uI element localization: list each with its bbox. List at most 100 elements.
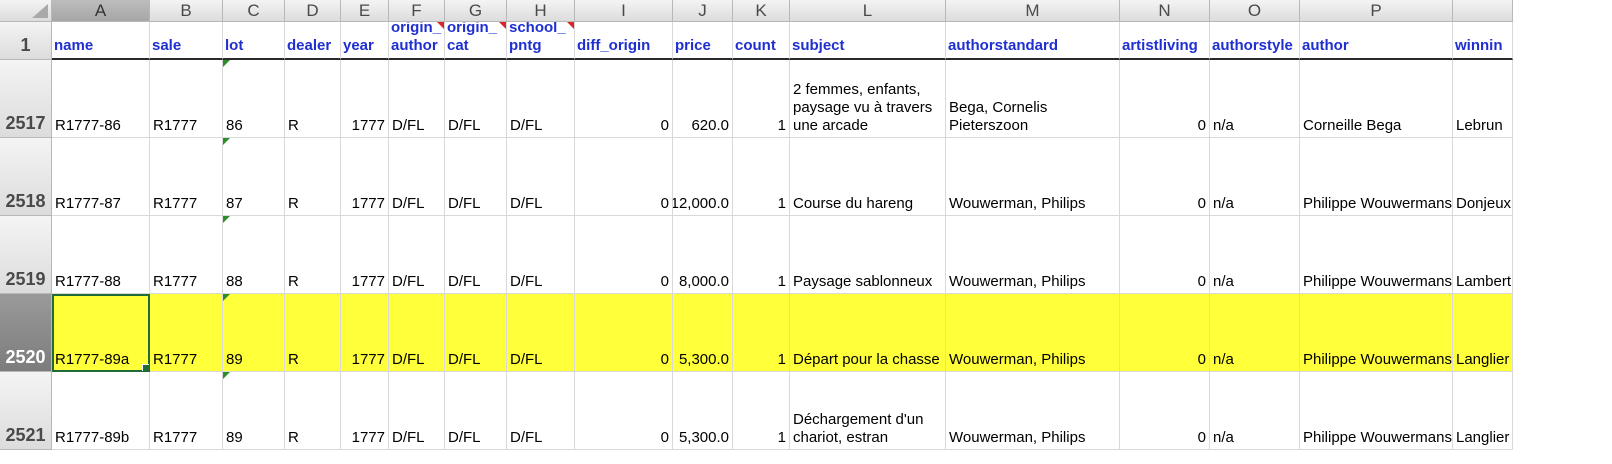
cell-e2518[interactable]: 1777 [341,138,389,216]
row-header-2517[interactable]: 2517 [0,60,52,138]
cell-j2517[interactable]: 620.0 [673,60,733,138]
row-header-2518[interactable]: 2518 [0,138,52,216]
column-header-a[interactable]: A [52,0,150,22]
cell-n2521[interactable]: 0 [1120,372,1210,450]
cell-i2521[interactable]: 0 [575,372,673,450]
column-header-j[interactable]: J [673,0,733,22]
cell-d2520[interactable]: R [285,294,341,372]
cell-q2519[interactable]: Lambert [1453,216,1513,294]
cell-f2520[interactable]: D/FL [389,294,445,372]
cell-b2518[interactable]: R1777 [150,138,223,216]
cell-o2520[interactable]: n/a [1210,294,1300,372]
cell-h2521[interactable]: D/FL [507,372,575,450]
cell-q2520[interactable]: Langlier [1453,294,1513,372]
cell-n2517[interactable]: 0 [1120,60,1210,138]
fill-handle[interactable] [142,364,149,371]
cell-c2520[interactable]: 89 [223,294,285,372]
cell-h2518[interactable]: D/FL [507,138,575,216]
cell-n2520[interactable]: 0 [1120,294,1210,372]
cell-p2518[interactable]: Philippe Wouwermans [1300,138,1453,216]
header-cell-0[interactable]: name [52,22,150,60]
cell-j2520[interactable]: 5,300.0 [673,294,733,372]
cell-l2520[interactable]: Départ pour la chasse [790,294,946,372]
cell-o2517[interactable]: n/a [1210,60,1300,138]
header-cell-6[interactable]: origin_ cat [445,22,507,60]
column-header-g[interactable]: G [445,0,507,22]
cell-f2517[interactable]: D/FL [389,60,445,138]
column-header-i[interactable]: I [575,0,673,22]
column-header-b[interactable]: B [150,0,223,22]
cell-b2521[interactable]: R1777 [150,372,223,450]
column-header-e[interactable]: E [341,0,389,22]
cell-l2518[interactable]: Course du hareng [790,138,946,216]
cell-e2521[interactable]: 1777 [341,372,389,450]
column-header-partial[interactable] [1453,0,1513,22]
header-cell-8[interactable]: diff_origin [575,22,673,60]
column-header-l[interactable]: L [790,0,946,22]
cell-o2518[interactable]: n/a [1210,138,1300,216]
cell-m2518[interactable]: Wouwerman, Philips [946,138,1120,216]
row-header-2521[interactable]: 2521 [0,372,52,450]
column-header-h[interactable]: H [507,0,575,22]
column-header-k[interactable]: K [733,0,790,22]
cell-i2519[interactable]: 0 [575,216,673,294]
cell-p2521[interactable]: Philippe Wouwermans [1300,372,1453,450]
cell-d2521[interactable]: R [285,372,341,450]
cell-a2519[interactable]: R1777-88 [52,216,150,294]
cell-l2517[interactable]: 2 femmes, enfants, paysage vu à travers … [790,60,946,138]
cell-a2521[interactable]: R1777-89b [52,372,150,450]
cell-p2520[interactable]: Philippe Wouwermans [1300,294,1453,372]
cell-m2517[interactable]: Bega, Cornelis Pieterszoon [946,60,1120,138]
column-header-n[interactable]: N [1120,0,1210,22]
cell-q2517[interactable]: Lebrun [1453,60,1513,138]
header-cell-9[interactable]: price [673,22,733,60]
cell-j2521[interactable]: 5,300.0 [673,372,733,450]
cell-b2519[interactable]: R1777 [150,216,223,294]
cell-k2519[interactable]: 1 [733,216,790,294]
cell-p2519[interactable]: Philippe Wouwermans [1300,216,1453,294]
header-cell-1[interactable]: sale [150,22,223,60]
cell-l2521[interactable]: Déchargement d'un chariot, estran [790,372,946,450]
cell-k2520[interactable]: 1 [733,294,790,372]
header-cell-14[interactable]: authorstyle [1210,22,1300,60]
cell-k2518[interactable]: 1 [733,138,790,216]
cell-d2517[interactable]: R [285,60,341,138]
header-cell-5[interactable]: origin_ author [389,22,445,60]
header-cell-15[interactable]: author [1300,22,1453,60]
header-cell-7[interactable]: school_ pntg [507,22,575,60]
header-cell-12[interactable]: authorstandard [946,22,1120,60]
cell-p2517[interactable]: Corneille Bega [1300,60,1453,138]
cell-j2518[interactable]: 12,000.0 [673,138,733,216]
cell-m2521[interactable]: Wouwerman, Philips [946,372,1120,450]
cell-k2521[interactable]: 1 [733,372,790,450]
cell-m2520[interactable]: Wouwerman, Philips [946,294,1120,372]
cell-k2517[interactable]: 1 [733,60,790,138]
cell-a2517[interactable]: R1777-86 [52,60,150,138]
cell-q2518[interactable]: Donjeux [1453,138,1513,216]
header-cell-10[interactable]: count [733,22,790,60]
cell-a2520[interactable]: R1777-89a [52,294,150,372]
cell-b2520[interactable]: R1777 [150,294,223,372]
cell-e2517[interactable]: 1777 [341,60,389,138]
cell-a2518[interactable]: R1777-87 [52,138,150,216]
column-header-c[interactable]: C [223,0,285,22]
column-header-o[interactable]: O [1210,0,1300,22]
cell-e2520[interactable]: 1777 [341,294,389,372]
header-cell-13[interactable]: artistliving [1120,22,1210,60]
cell-f2518[interactable]: D/FL [389,138,445,216]
cell-c2519[interactable]: 88 [223,216,285,294]
cell-i2517[interactable]: 0 [575,60,673,138]
cell-c2521[interactable]: 89 [223,372,285,450]
cell-e2519[interactable]: 1777 [341,216,389,294]
cell-g2517[interactable]: D/FL [445,60,507,138]
cell-f2519[interactable]: D/FL [389,216,445,294]
cell-g2521[interactable]: D/FL [445,372,507,450]
column-header-d[interactable]: D [285,0,341,22]
header-cell-2[interactable]: lot [223,22,285,60]
cell-c2518[interactable]: 87 [223,138,285,216]
header-cell-3[interactable]: dealer [285,22,341,60]
cell-i2518[interactable]: 0 [575,138,673,216]
cell-i2520[interactable]: 0 [575,294,673,372]
select-all-corner[interactable] [0,0,52,22]
cell-l2519[interactable]: Paysage sablonneux [790,216,946,294]
